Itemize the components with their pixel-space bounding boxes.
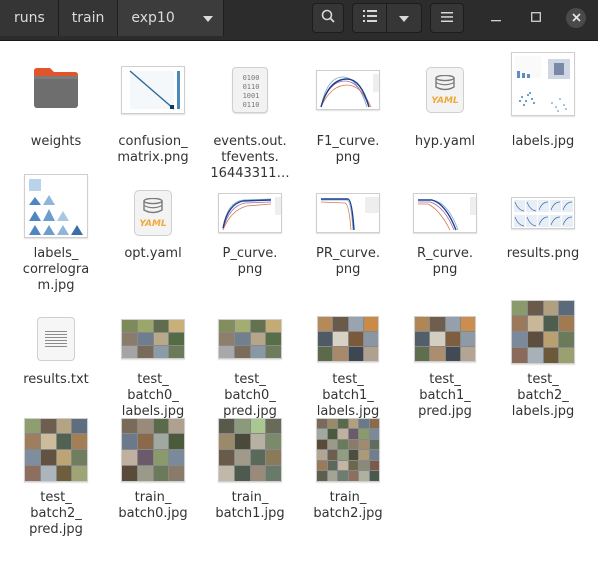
file-name: test_ batch2_ pred.jpg — [29, 490, 83, 537]
file-item-hyp-yaml[interactable]: YAML hyp.yaml — [396, 62, 494, 150]
file-item-test-batch2-labels[interactable]: test_ batch2_ labels.jpg — [494, 297, 592, 420]
file-item-labels[interactable]: labels.jpg — [494, 49, 592, 150]
file-name: events.out. tfevents. 16443311… — [210, 134, 290, 181]
file-name: hyp.yaml — [414, 134, 476, 149]
image-thumbnail — [24, 417, 88, 482]
close-icon — [571, 11, 581, 25]
breadcrumb-runs[interactable]: runs — [0, 0, 59, 36]
image-thumbnail — [511, 299, 575, 364]
minimize-icon — [491, 11, 501, 26]
svg-text:YAML: YAML — [431, 96, 459, 105]
image-thumbnail — [121, 417, 185, 482]
image-thumbnail — [511, 51, 575, 116]
text-file-icon — [37, 316, 75, 361]
file-item-p-curve[interactable]: P_curve. png — [201, 185, 299, 278]
header-bar: runs train exp10 — [0, 0, 598, 41]
file-name: test_ batch2_ labels.jpg — [511, 372, 575, 419]
breadcrumb-label: exp10 — [131, 10, 175, 26]
image-thumbnail — [218, 192, 282, 233]
breadcrumb-train[interactable]: train — [58, 0, 119, 36]
image-thumbnail — [414, 315, 476, 362]
breadcrumb-label: runs — [14, 10, 45, 26]
chevron-down-icon — [399, 11, 409, 26]
file-name: F1_curve. png — [316, 134, 380, 165]
folder-icon — [32, 67, 80, 113]
file-item-confusion-matrix[interactable]: confusion_ matrix.png — [104, 62, 202, 166]
view-options-button[interactable] — [387, 4, 421, 32]
file-name: test_ batch1_ labels.jpg — [316, 372, 380, 419]
image-thumbnail — [218, 318, 282, 359]
svg-text:YAML: YAML — [139, 219, 167, 228]
file-name: opt.yaml — [124, 246, 182, 261]
file-item-weights[interactable]: weights — [7, 62, 105, 150]
image-thumbnail — [317, 315, 379, 362]
file-name: confusion_ matrix.png — [117, 134, 189, 165]
breadcrumb-exp10[interactable]: exp10 — [118, 0, 224, 36]
image-thumbnail — [121, 318, 185, 359]
image-thumbnail — [316, 417, 380, 482]
maximize-icon — [531, 11, 541, 26]
minimize-button[interactable] — [486, 8, 506, 28]
list-view-icon — [362, 10, 377, 26]
file-item-opt-yaml[interactable]: YAML opt.yaml — [104, 185, 202, 262]
file-item-test-batch0-pred[interactable]: test_ batch0_ pred.jpg — [201, 311, 299, 420]
file-name: weights — [30, 134, 82, 149]
svg-text:0110: 0110 — [243, 101, 260, 109]
maximize-button[interactable] — [526, 8, 546, 28]
breadcrumb-label: train — [71, 10, 105, 26]
file-item-train-batch2[interactable]: train_ batch2.jpg — [299, 415, 397, 522]
image-thumbnail — [316, 192, 380, 233]
file-name: train_ batch0.jpg — [118, 490, 188, 521]
svg-text:1001: 1001 — [243, 92, 260, 100]
svg-text:0110: 0110 — [243, 83, 260, 91]
file-name: labels.jpg — [511, 134, 575, 149]
file-item-test-batch2-pred[interactable]: test_ batch2_ pred.jpg — [7, 415, 105, 538]
file-item-events[interactable]: 0100 0110 1001 0110 events.out. tfevents… — [201, 62, 299, 182]
file-item-train-batch0[interactable]: train_ batch0.jpg — [104, 415, 202, 522]
file-name: PR_curve. png — [316, 246, 380, 277]
file-item-labels-correlogram[interactable]: labels_ correlogra m.jpg — [7, 172, 105, 294]
binary-file-icon: 0100 0110 1001 0110 — [232, 67, 268, 113]
file-name: R_curve. png — [416, 246, 474, 277]
image-thumbnail — [413, 192, 477, 233]
file-name: labels_ correlogra m.jpg — [22, 246, 90, 293]
file-item-results-png[interactable]: results.png — [494, 185, 592, 262]
yaml-file-icon: YAML — [134, 189, 172, 236]
file-grid: weights confusion_ matrix.png 0100 0110 — [0, 41, 598, 587]
file-name: train_ batch2.jpg — [313, 490, 383, 521]
close-button[interactable] — [566, 8, 586, 28]
list-view-button[interactable] — [353, 4, 388, 32]
file-item-test-batch1-labels[interactable]: test_ batch1_ labels.jpg — [299, 311, 397, 420]
file-name: test_ batch0_ pred.jpg — [223, 372, 277, 419]
file-name: P_curve. png — [222, 246, 278, 277]
image-thumbnail — [316, 70, 380, 110]
breadcrumb: runs train exp10 — [0, 0, 224, 36]
file-item-f1-curve[interactable]: F1_curve. png — [299, 62, 397, 166]
view-toggle-group — [352, 3, 422, 33]
search-icon — [321, 9, 335, 27]
file-name: test_ batch1_ pred.jpg — [418, 372, 472, 419]
image-thumbnail — [511, 196, 575, 229]
file-name: results.png — [506, 246, 580, 261]
file-item-pr-curve[interactable]: PR_curve. png — [299, 185, 397, 278]
svg-text:0100: 0100 — [243, 74, 260, 82]
file-name: train_ batch1.jpg — [215, 490, 285, 521]
file-item-test-batch0-labels[interactable]: test_ batch0_ labels.jpg — [104, 311, 202, 420]
file-item-results-txt[interactable]: results.txt — [7, 311, 105, 388]
chevron-down-icon — [202, 10, 213, 26]
file-item-train-batch1[interactable]: train_ batch1.jpg — [201, 415, 299, 522]
image-thumbnail — [24, 174, 88, 238]
file-name: results.txt — [23, 372, 89, 387]
search-button[interactable] — [312, 3, 344, 33]
image-thumbnail — [121, 66, 185, 114]
yaml-file-icon: YAML — [426, 67, 464, 113]
hamburger-menu-icon — [441, 11, 453, 26]
file-item-test-batch1-pred[interactable]: test_ batch1_ pred.jpg — [396, 311, 494, 420]
file-name: test_ batch0_ labels.jpg — [121, 372, 185, 419]
image-thumbnail — [218, 417, 282, 482]
menu-button[interactable] — [430, 3, 464, 33]
file-item-r-curve[interactable]: R_curve. png — [396, 185, 494, 278]
